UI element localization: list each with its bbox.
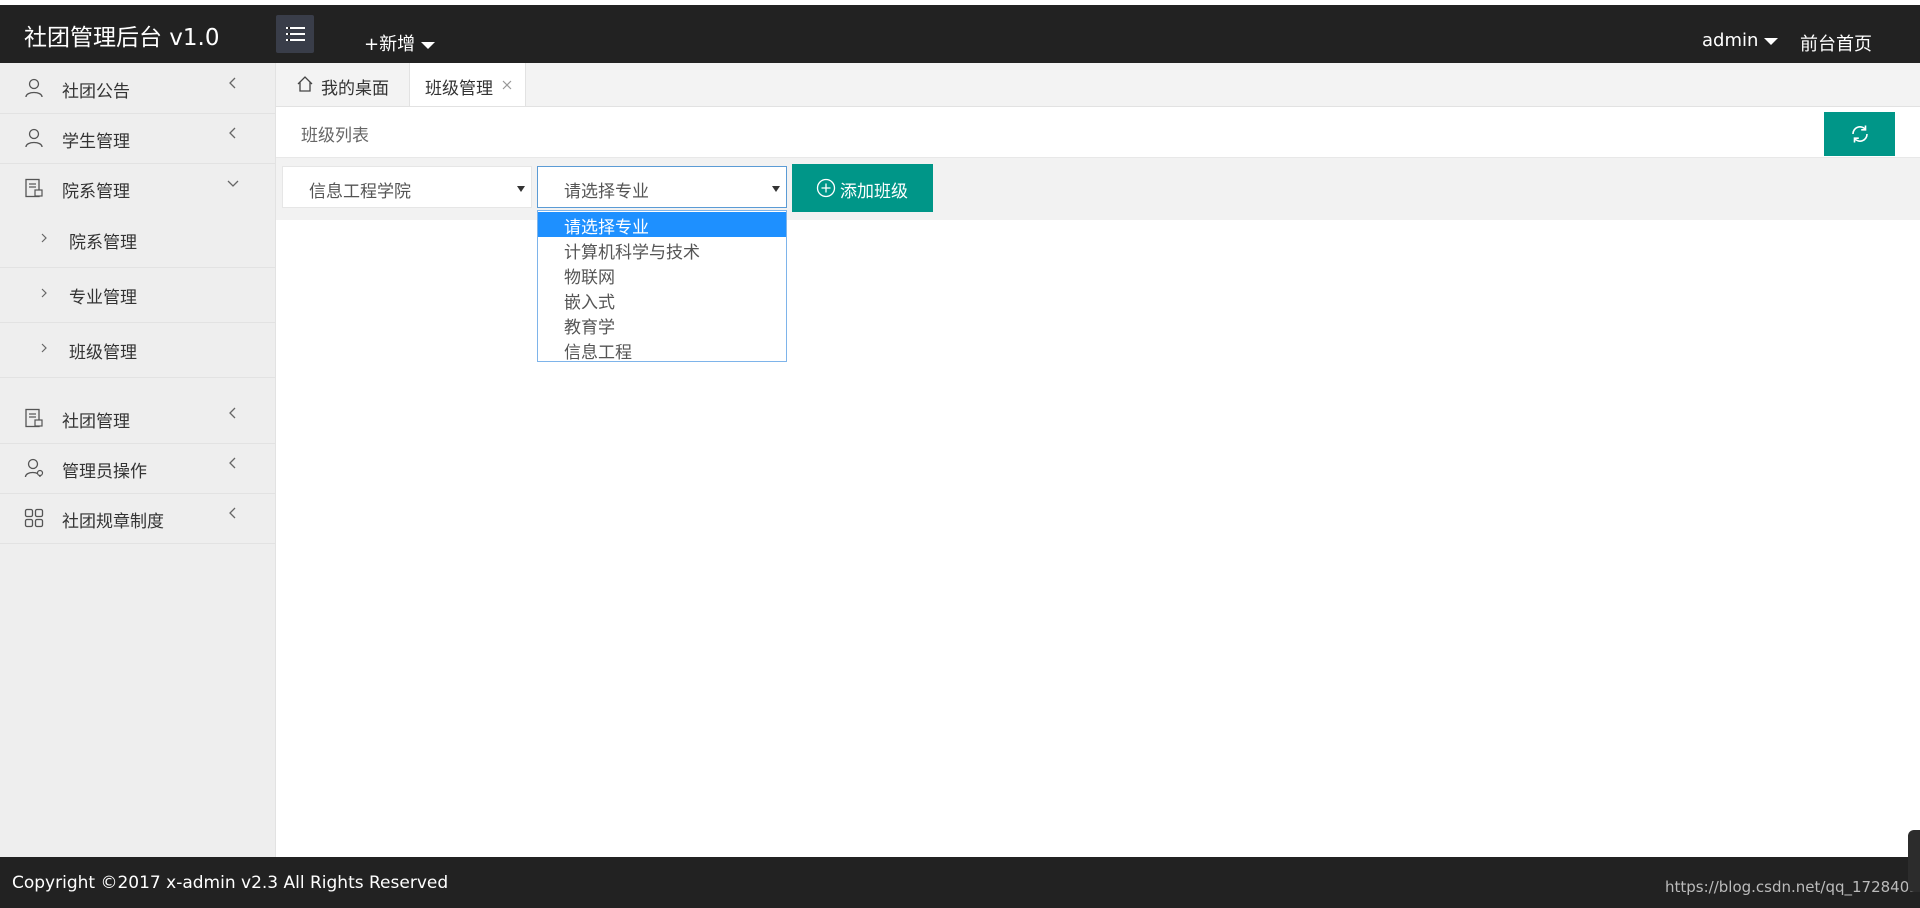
chevron-left-icon (229, 77, 236, 89)
dropdown-option[interactable]: 信息工程 (538, 337, 786, 361)
college-select-value: 信息工程学院 (309, 182, 411, 202)
tab-label: 班级管理 (425, 79, 493, 99)
document-icon (25, 178, 43, 198)
tab-bar: 我的桌面 班级管理 (276, 63, 1920, 107)
dropdown-option[interactable]: 嵌入式 (538, 287, 786, 313)
page-title: 班级列表 (301, 126, 369, 146)
chevron-left-icon (229, 127, 236, 139)
plus-circle-icon (816, 178, 836, 198)
user-icon (25, 78, 43, 98)
chevron-right-icon (41, 288, 47, 298)
dropdown-option[interactable]: 计算机科学与技术 (538, 237, 786, 263)
dropdown-option[interactable]: 请选择专业 (538, 212, 786, 238)
sidebar-item-label: 院系管理 (62, 182, 130, 202)
major-select[interactable]: 请选择专业 (537, 166, 787, 208)
caret-down-icon (1764, 37, 1779, 45)
caret-down-icon (421, 41, 436, 49)
sidebar: 社团公告 学生管理 院系管理 院系管理 专业管理 班级管理 社团管理 管理员操作… (0, 63, 276, 857)
college-select[interactable]: 信息工程学院 (282, 166, 532, 208)
tab-my-desktop[interactable]: 我的桌面 (276, 63, 409, 106)
sidebar-subitem-label: 专业管理 (69, 288, 137, 308)
footer: Copyright ©2017 x-admin v2.3 All Rights … (0, 857, 1920, 908)
sidebar-item-label: 社团规章制度 (62, 512, 164, 532)
front-home-link[interactable]: 前台首页 (1800, 30, 1872, 56)
add-new-menu[interactable]: +新增 (364, 30, 436, 56)
dropdown-option[interactable]: 教育学 (538, 312, 786, 338)
sidebar-subitem-classes[interactable]: 班级管理 (0, 323, 275, 378)
menu-toggle-button[interactable] (276, 15, 314, 53)
sidebar-item-label: 学生管理 (62, 132, 130, 152)
sidebar-subitem-label: 院系管理 (69, 233, 137, 253)
dropdown-option[interactable]: 物联网 (538, 262, 786, 288)
chevron-right-icon (41, 343, 47, 353)
chevron-left-icon (229, 407, 236, 419)
sidebar-item-label: 社团公告 (62, 82, 130, 102)
grid-icon (24, 508, 44, 528)
sidebar-item-clubs[interactable]: 社团管理 (0, 393, 275, 444)
refresh-icon (1852, 125, 1868, 143)
chevron-left-icon (229, 457, 236, 469)
add-new-label: +新增 (364, 34, 416, 55)
user-menu[interactable]: admin (1702, 30, 1779, 51)
chevron-right-icon (41, 233, 47, 243)
sidebar-subitem-majors[interactable]: 专业管理 (0, 268, 275, 323)
watermark-text: https://blog.csdn.net/qq_17284055 (1665, 878, 1920, 896)
add-class-label: 添加班级 (840, 182, 908, 202)
tab-class-management[interactable]: 班级管理 (409, 63, 526, 106)
scroll-handle[interactable] (1908, 830, 1920, 892)
sidebar-item-label: 管理员操作 (62, 462, 147, 482)
app-title: 社团管理后台 v1.0 (24, 25, 220, 51)
major-dropdown-list: 请选择专业 计算机科学与技术 物联网 嵌入式 教育学 信息工程 (537, 210, 787, 362)
home-icon (297, 76, 313, 92)
refresh-button[interactable] (1824, 112, 1895, 156)
breadcrumb: 班级列表 (276, 107, 1920, 158)
sidebar-subitem-label: 班级管理 (69, 343, 137, 363)
document-icon (25, 408, 43, 428)
major-select-value: 请选择专业 (564, 182, 649, 202)
sidebar-item-club-rules[interactable]: 社团规章制度 (0, 493, 275, 544)
sidebar-item-admin-ops[interactable]: 管理员操作 (0, 443, 275, 494)
user-name: admin (1702, 30, 1759, 51)
user-icon (25, 128, 43, 148)
sidebar-item-label: 社团管理 (62, 412, 130, 432)
chevron-down-icon (227, 180, 239, 187)
sidebar-subitem-departments[interactable]: 院系管理 (0, 213, 275, 268)
chevron-left-icon (229, 507, 236, 519)
user-admin-icon (24, 458, 44, 478)
close-icon[interactable] (501, 79, 513, 91)
copyright-text: Copyright ©2017 x-admin v2.3 All Rights … (12, 873, 449, 893)
sidebar-item-announcements[interactable]: 社团公告 (0, 63, 275, 114)
add-class-button[interactable]: 添加班级 (792, 164, 933, 212)
dropdown-arrow-icon (772, 186, 780, 192)
sidebar-item-students[interactable]: 学生管理 (0, 113, 275, 164)
top-navbar: 社团管理后台 v1.0 +新增 admin 前台首页 (0, 5, 1920, 63)
sidebar-item-departments[interactable]: 院系管理 (0, 163, 275, 214)
tab-label: 我的桌面 (321, 79, 389, 99)
dropdown-arrow-icon (517, 186, 525, 192)
